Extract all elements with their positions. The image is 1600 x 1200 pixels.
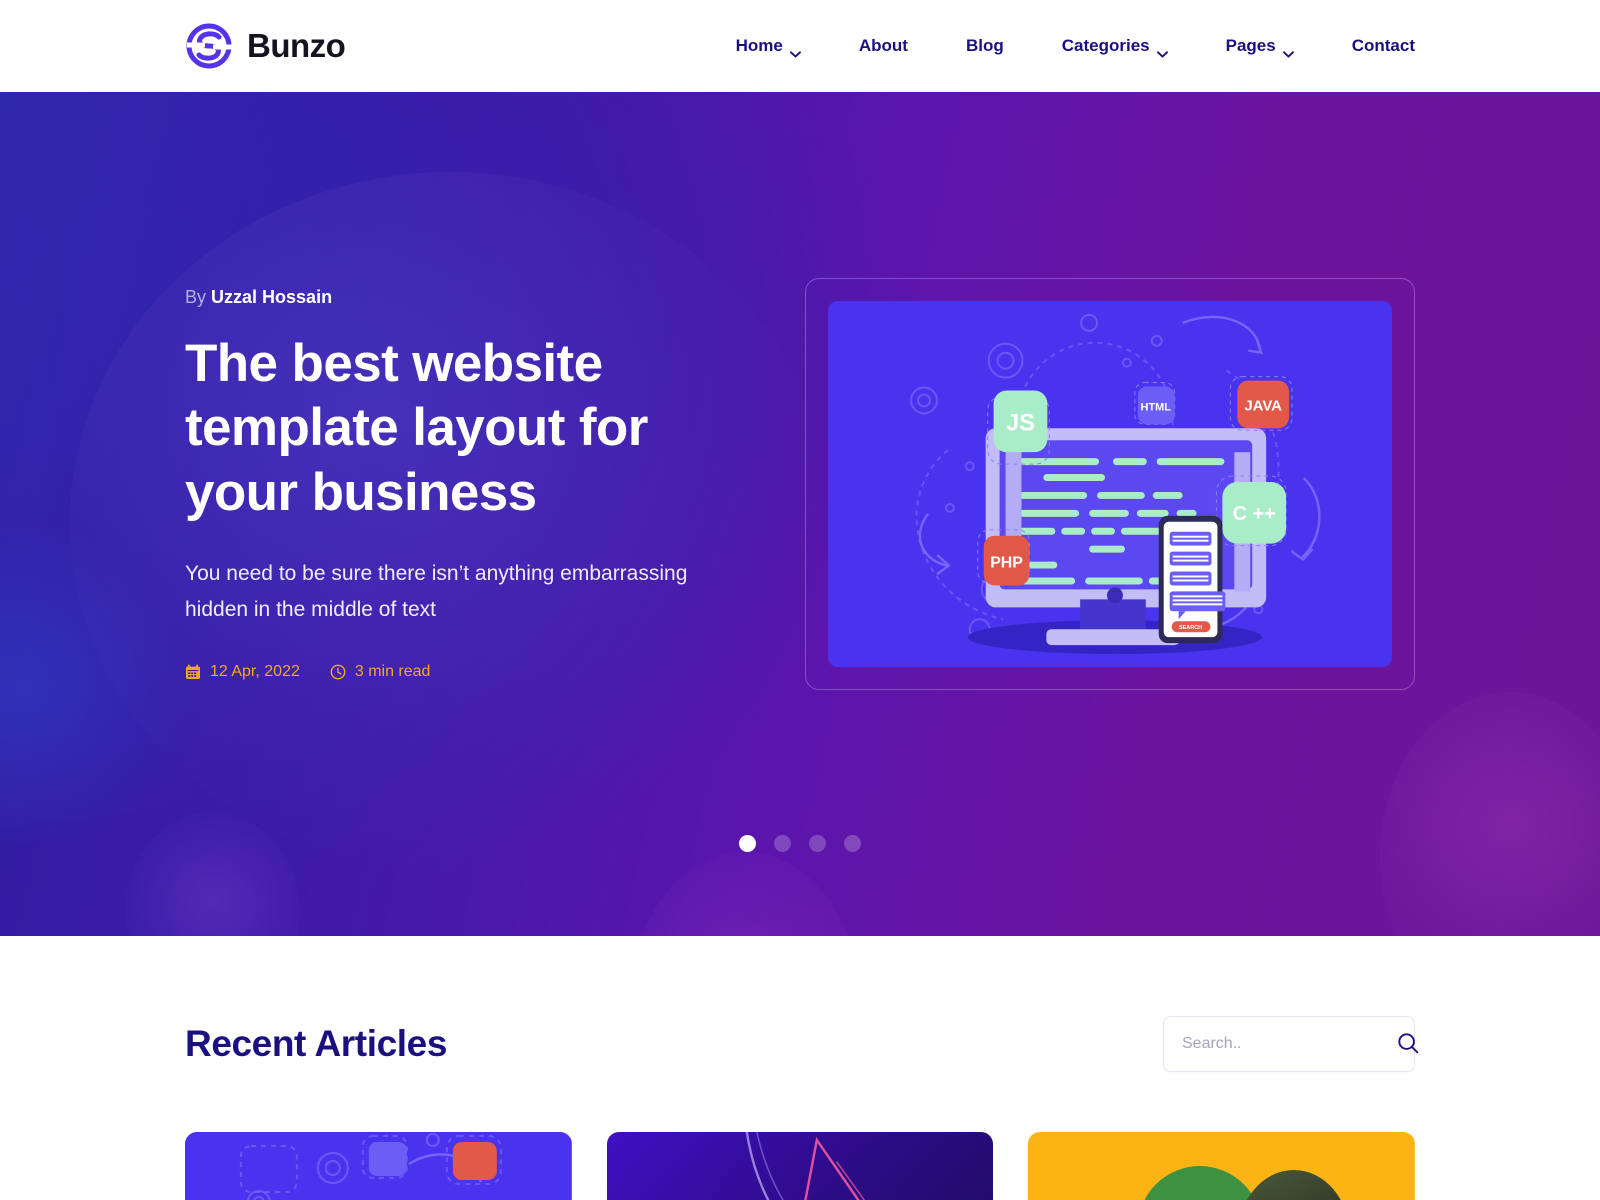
- carousel-dot-2[interactable]: [774, 835, 791, 852]
- articles-header-row: Recent Articles: [185, 1016, 1419, 1072]
- search-box[interactable]: [1163, 1016, 1419, 1072]
- search-icon: [1397, 1032, 1419, 1057]
- hero-date-text: 12 Apr, 2022: [210, 663, 300, 681]
- hero-byline: By Uzzal Hossain: [185, 287, 745, 308]
- chevron-down-icon: [1156, 43, 1168, 58]
- recent-articles-section: Recent Articles: [0, 936, 1600, 1200]
- article-thumbnail-2: [606, 1132, 994, 1200]
- hero-subtitle: You need to be sure there isn’t anything…: [185, 561, 688, 622]
- nav-item-about[interactable]: About: [859, 36, 908, 56]
- search-input[interactable]: [1182, 1035, 1389, 1053]
- nav-label-about: About: [858, 36, 908, 55]
- svg-text:SEARCH: SEARCH: [1179, 625, 1202, 631]
- page-title: Recent Articles: [185, 1023, 448, 1064]
- svg-text:C ++: C ++: [1233, 503, 1276, 525]
- hero-meta-row: 12 Apr, 2022 3 min read: [185, 663, 745, 681]
- article-card-3[interactable]: [1028, 1132, 1416, 1200]
- svg-text:JAVA: JAVA: [1244, 398, 1282, 414]
- brand-logo[interactable]: Bunzo: [185, 22, 346, 70]
- hero-date-chip: 12 Apr, 2022: [185, 663, 300, 681]
- hero-blob-left: [0, 522, 190, 852]
- site-header: Bunzo Home About Blog Categories Pages C…: [0, 0, 1600, 92]
- nav-item-contact[interactable]: Contact: [1352, 36, 1415, 56]
- hero-readtime-chip: 3 min read: [330, 663, 431, 681]
- clock-icon: [330, 664, 346, 680]
- nav-item-pages[interactable]: Pages: [1225, 36, 1294, 58]
- chevron-down-icon: [789, 43, 801, 58]
- carousel-dot-4[interactable]: [844, 835, 861, 852]
- byline-author: Uzzal Hossain: [211, 286, 333, 307]
- nav-item-categories[interactable]: Categories: [1061, 36, 1168, 58]
- carousel-dot-3[interactable]: [809, 835, 826, 852]
- nav-label-blog: Blog: [965, 36, 1004, 55]
- calendar-icon: [185, 664, 201, 680]
- nav-label-pages: Pages: [1225, 36, 1276, 55]
- byline-prefix: By: [185, 286, 207, 307]
- svg-text:JS: JS: [1006, 409, 1035, 436]
- svg-text:HTML: HTML: [1141, 401, 1172, 413]
- main-navigation: Home About Blog Categories Pages Contact: [735, 36, 1415, 58]
- nav-item-blog[interactable]: Blog: [966, 36, 1004, 56]
- brand-name: Bunzo: [247, 27, 346, 64]
- hero-illustration-frame: JS PHP HTML JAVA C ++ SEARCH: [805, 278, 1415, 690]
- chevron-down-icon: [1282, 43, 1294, 58]
- nav-item-home[interactable]: Home: [735, 36, 801, 58]
- hero-container: By Uzzal Hossain The best website templa…: [185, 92, 1415, 936]
- article-thumbnail-3: [1028, 1132, 1416, 1200]
- search-button[interactable]: [1397, 1032, 1419, 1057]
- articles-container: Recent Articles: [185, 1016, 1419, 1200]
- bunzo-circular-s-logo-icon: [185, 22, 233, 70]
- hero-carousel-dots: [0, 835, 1600, 852]
- article-card-2[interactable]: [606, 1132, 994, 1200]
- carousel-dot-1[interactable]: [739, 835, 756, 852]
- hero-title: The best website template layout for you…: [185, 333, 648, 523]
- hero-section: By Uzzal Hossain The best website templa…: [0, 92, 1600, 936]
- nav-label-categories: Categories: [1061, 36, 1150, 55]
- article-thumbnail-1: [185, 1132, 572, 1200]
- hero-text-block: By Uzzal Hossain The best website templa…: [185, 287, 745, 681]
- nav-label-contact: Contact: [1351, 36, 1415, 55]
- hero-readtime-text: 3 min read: [354, 663, 431, 681]
- header-container: Bunzo Home About Blog Categories Pages C…: [185, 22, 1415, 70]
- coding-languages-illustration: JS PHP HTML JAVA C ++ SEARCH: [828, 301, 1392, 667]
- article-card-1[interactable]: [185, 1132, 572, 1200]
- nav-label-home: Home: [735, 36, 783, 55]
- article-card-grid: [185, 1132, 1416, 1200]
- svg-text:PHP: PHP: [990, 555, 1023, 572]
